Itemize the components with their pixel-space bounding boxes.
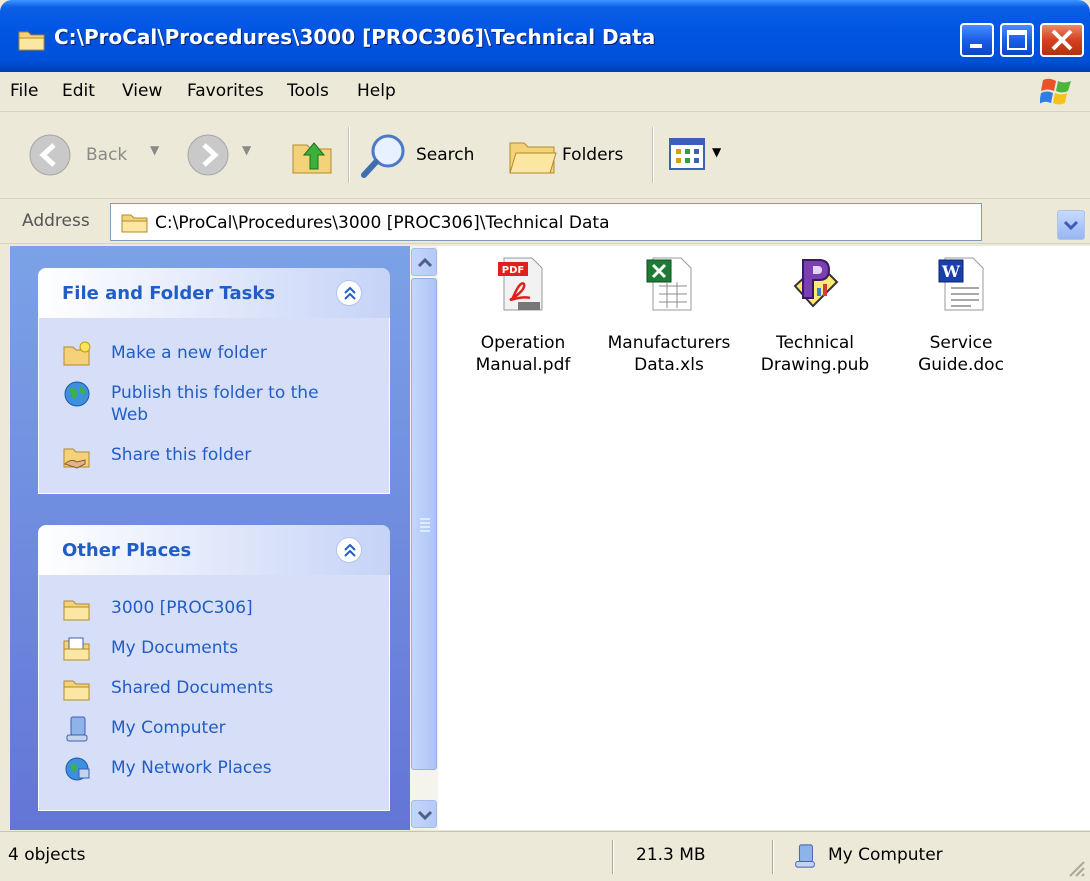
views-icon xyxy=(669,138,705,170)
new-folder-icon xyxy=(63,341,91,366)
views-dropdown-icon[interactable]: ▼ xyxy=(712,145,721,159)
forward-arrow-icon xyxy=(187,134,229,176)
maximize-button[interactable] xyxy=(1000,23,1034,57)
excel-file-icon xyxy=(646,257,692,311)
share-folder-icon xyxy=(63,448,90,469)
address-value: C:\ProCal\Procedures\3000 [PROC306]\Tech… xyxy=(155,213,610,233)
pdf-file-icon: PDF xyxy=(498,257,543,311)
collapse-button[interactable] xyxy=(336,280,362,306)
scroll-thumb[interactable] xyxy=(411,278,437,770)
chevron-up-icon xyxy=(417,257,433,268)
svg-text:W: W xyxy=(941,262,961,281)
back-dropdown-icon[interactable]: ▼ xyxy=(150,143,159,157)
status-size: 21.3 MB xyxy=(636,845,706,865)
forward-dropdown-icon[interactable]: ▼ xyxy=(242,143,251,157)
globe-icon xyxy=(64,381,90,407)
panel-body: 3000 [PROC306] My Documents Shared Docum… xyxy=(38,575,390,811)
address-dropdown-button[interactable] xyxy=(1057,210,1085,240)
folders-icon xyxy=(509,142,557,174)
file-item[interactable]: Manufacturers Data.xls xyxy=(590,256,748,386)
search-button[interactable]: Search xyxy=(360,131,490,179)
toolbar: Back ▼ ▼ Search Folders ▼ xyxy=(0,113,1090,199)
menu-view[interactable]: View xyxy=(122,81,162,101)
back-arrow-icon xyxy=(29,134,71,176)
grip-icon xyxy=(420,518,430,532)
panel-header[interactable]: File and Folder Tasks xyxy=(38,268,390,318)
maximize-icon xyxy=(1007,30,1027,50)
status-zone: My Computer xyxy=(828,845,943,865)
chevron-up-double-icon xyxy=(344,286,356,300)
status-bar: 4 objects 21.3 MB My Computer xyxy=(0,831,1090,881)
file-item[interactable]: PDF Operation Manual.pdf xyxy=(444,256,602,386)
window-title: C:\ProCal\Procedures\3000 [PROC306]\Tech… xyxy=(54,25,656,49)
up-folder-icon[interactable] xyxy=(290,133,336,179)
title-bar[interactable]: C:\ProCal\Procedures\3000 [PROC306]\Tech… xyxy=(0,0,1090,72)
address-input[interactable]: C:\ProCal\Procedures\3000 [PROC306]\Tech… xyxy=(110,203,1085,241)
address-label: Address xyxy=(22,211,90,231)
menu-tools[interactable]: Tools xyxy=(287,81,329,101)
close-icon xyxy=(1051,29,1073,51)
panel-header[interactable]: Other Places xyxy=(38,525,390,575)
file-item[interactable]: W Service Guide.doc xyxy=(882,256,1040,386)
computer-icon xyxy=(795,844,815,868)
panel-body: Make a new folder Publish this folder to… xyxy=(38,318,390,494)
panel-title: Other Places xyxy=(62,540,192,561)
chevron-down-icon xyxy=(1063,220,1079,231)
search-label: Search xyxy=(416,145,475,165)
toolbar-separator xyxy=(348,127,350,183)
vertical-scrollbar[interactable] xyxy=(410,246,438,830)
forward-button[interactable]: ▼ xyxy=(186,133,266,177)
chevron-up-double-icon xyxy=(344,543,356,557)
other-places-panel: Other Places 3000 [PROC306] My Documents… xyxy=(38,525,390,811)
task-pane: File and Folder Tasks Make a new folder … xyxy=(10,246,410,830)
windows-logo-icon xyxy=(1040,78,1071,105)
menu-bar: File Edit View Favorites Tools Help xyxy=(0,72,1090,112)
computer-icon xyxy=(66,716,88,742)
file-name: Manufacturers Data.xls xyxy=(607,333,731,375)
scroll-down-button[interactable] xyxy=(411,800,437,828)
file-folder-tasks-panel: File and Folder Tasks Make a new folder … xyxy=(38,268,390,494)
folders-button[interactable]: Folders xyxy=(508,131,638,179)
file-name: Technical Drawing.pub xyxy=(760,333,870,375)
file-item[interactable]: Technical Drawing.pub xyxy=(736,256,894,386)
documents-icon xyxy=(63,637,90,661)
menu-file[interactable]: File xyxy=(10,81,38,101)
toolbar-separator xyxy=(652,127,654,183)
close-button[interactable] xyxy=(1040,23,1084,57)
chevron-down-icon xyxy=(417,810,433,821)
minimize-icon xyxy=(970,44,982,48)
publisher-file-icon xyxy=(793,259,839,308)
panel-title: File and Folder Tasks xyxy=(62,283,276,304)
address-bar: Address C:\ProCal\Procedures\3000 [PROC3… xyxy=(0,200,1090,436)
search-icon xyxy=(361,134,405,178)
folder-icon xyxy=(63,680,90,701)
minimize-button[interactable] xyxy=(960,23,994,57)
folder-icon xyxy=(63,600,90,621)
scroll-up-button[interactable] xyxy=(411,248,437,276)
status-separator xyxy=(612,840,614,874)
file-name: Operation Manual.pdf xyxy=(475,333,571,375)
resize-grip-icon[interactable] xyxy=(1066,858,1086,878)
status-object-count: 4 objects xyxy=(8,845,86,865)
file-name: Service Guide.doc xyxy=(918,333,1004,375)
folder-icon xyxy=(121,214,148,233)
file-list[interactable]: PDF Operation Manual.pdf Manufacturers D… xyxy=(438,246,1090,830)
folders-label: Folders xyxy=(562,145,624,165)
menu-help[interactable]: Help xyxy=(357,81,396,101)
back-label: Back xyxy=(86,145,128,165)
views-button[interactable]: ▼ xyxy=(668,135,738,175)
word-file-icon: W xyxy=(938,257,984,311)
svg-text:PDF: PDF xyxy=(502,265,524,276)
folder-icon xyxy=(18,31,45,51)
back-button[interactable]: Back ▼ xyxy=(28,133,174,177)
menu-favorites[interactable]: Favorites xyxy=(187,81,264,101)
network-icon xyxy=(65,757,90,781)
collapse-button[interactable] xyxy=(336,537,362,563)
status-separator xyxy=(772,840,774,874)
menu-edit[interactable]: Edit xyxy=(62,81,95,101)
